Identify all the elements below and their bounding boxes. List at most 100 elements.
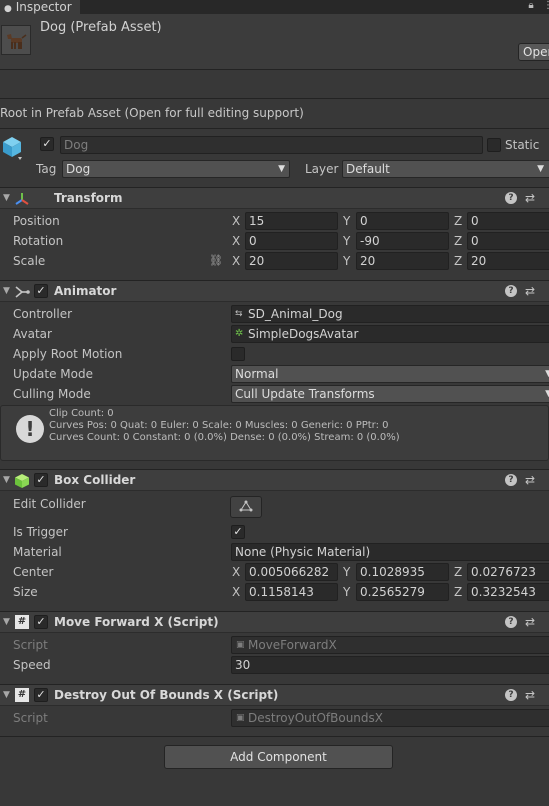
help-icon[interactable]: ? [505,192,517,204]
help-icon[interactable]: ? [505,285,517,297]
size-label: Size [13,585,38,599]
animator-title: Animator [54,284,117,298]
help-icon[interactable]: ? [505,689,517,701]
axis-y-label[interactable]: Y [343,212,350,230]
fold-arrow-icon[interactable]: ▼ [3,685,10,705]
destroy-oob-enabled-checkbox[interactable]: ✓ [34,688,48,702]
transform-axes-icon [14,191,30,207]
static-checkbox[interactable] [487,138,501,152]
avatar-field[interactable]: ✲ SimpleDogsAvatar [231,325,549,343]
edit-collider-button[interactable] [230,496,262,518]
position-x-field[interactable]: 15 [245,212,338,230]
axis-y-label[interactable]: Y [343,232,350,250]
open-prefab-button[interactable]: Open [518,43,549,61]
chevron-down-icon: ▼ [545,386,549,402]
fold-arrow-icon[interactable]: ▼ [3,188,10,208]
script-value: DestroyOutOfBoundsX [248,711,383,725]
kebab-menu-icon[interactable]: ⋮ [543,0,549,12]
axis-x-label[interactable]: X [232,212,240,230]
script-field: ▣ MoveForwardX [231,636,549,654]
transform-header[interactable]: ▼ Transform ? ⇄ [0,187,549,209]
material-label: Material [13,545,62,559]
axis-z-label[interactable]: Z [454,563,462,581]
position-y-field[interactable]: 0 [356,212,449,230]
layer-dropdown[interactable]: Default ▼ [342,160,549,178]
scale-y-field[interactable]: 20 [356,252,449,270]
size-z-field[interactable]: 0.3232543 [467,583,549,601]
axis-x-label[interactable]: X [232,583,240,601]
info-circle-icon: ● [4,4,12,14]
axis-y-label[interactable]: Y [343,252,350,270]
axis-z-label[interactable]: Z [454,583,462,601]
axis-y-label[interactable]: Y [343,583,350,601]
scale-z-field[interactable]: 20 [467,252,549,270]
info-exclamation-icon: ! [16,415,44,443]
center-y-field[interactable]: 0.1028935 [356,563,449,581]
box-collider-header[interactable]: ▼ ✓ Box Collider ? ⇄ [0,469,549,491]
cube-icon[interactable] [1,135,23,161]
settings-sliders-icon[interactable]: ⇄ [525,285,535,297]
settings-sliders-icon[interactable]: ⇄ [525,689,535,701]
axis-z-label[interactable]: Z [454,232,462,250]
fold-arrow-icon[interactable]: ▼ [3,281,10,301]
fold-arrow-icon[interactable]: ▼ [3,470,10,490]
script-file-icon: ▣ [236,713,245,723]
axis-x-label[interactable]: X [232,563,240,581]
axis-x-label[interactable]: X [232,252,240,270]
move-forward-enabled-checkbox[interactable]: ✓ [34,615,48,629]
speed-label: Speed [13,658,51,672]
avatar-value: SimpleDogsAvatar [248,327,359,341]
apply-root-motion-label: Apply Root Motion [13,347,123,361]
box-collider-enabled-checkbox[interactable]: ✓ [34,473,48,487]
rotation-x-field[interactable]: 0 [245,232,338,250]
help-icon[interactable]: ? [505,616,517,628]
divider [0,736,549,737]
axis-z-label[interactable]: Z [454,212,462,230]
animator-enabled-checkbox[interactable]: ✓ [34,284,48,298]
axis-x-label[interactable]: X [232,232,240,250]
update-mode-dropdown[interactable]: Normal ▼ [231,365,549,383]
link-icon[interactable]: ⛓︎ [209,255,223,267]
settings-sliders-icon[interactable]: ⇄ [525,192,535,204]
tag-dropdown[interactable]: Dog ▼ [62,160,290,178]
help-icon[interactable]: ? [505,474,517,486]
lock-icon[interactable]: 🔒︎ [525,0,537,12]
center-z-field[interactable]: 0.0276723 [467,563,549,581]
rotation-z-field[interactable]: 0 [467,232,549,250]
size-y-field[interactable]: 0.2565279 [356,583,449,601]
size-x-field[interactable]: 0.1158143 [245,583,338,601]
settings-sliders-icon[interactable]: ⇄ [525,474,535,486]
settings-sliders-icon[interactable]: ⇄ [525,616,535,628]
tab-label: Inspector [15,0,72,14]
axis-z-label[interactable]: Z [454,252,462,270]
apply-root-motion-checkbox[interactable] [231,347,245,361]
active-checkbox[interactable]: ✓ [40,137,54,151]
chevron-down-icon: ▼ [537,164,544,174]
add-component-button[interactable]: Add Component [164,745,393,769]
move-forward-header[interactable]: ▼ # ✓ Move Forward X (Script) ? ⇄ [0,611,549,633]
controller-field[interactable]: ⇆ SD_Animal_Dog [231,305,549,323]
script-value: MoveForwardX [248,638,337,652]
destroy-oob-header[interactable]: ▼ # ✓ Destroy Out Of Bounds X (Script) ?… [0,684,549,706]
tag-value: Dog [66,162,91,176]
material-field[interactable]: None (Physic Material) [231,543,549,561]
center-label: Center [13,565,54,579]
is-trigger-checkbox[interactable]: ✓ [231,525,245,539]
animator-icon [14,284,30,300]
rotation-y-field[interactable]: -90 [356,232,449,250]
culling-mode-label: Culling Mode [13,387,91,401]
culling-mode-dropdown[interactable]: Cull Update Transforms ▼ [231,385,549,403]
gameobject-name-input[interactable]: Dog [60,136,483,154]
update-mode-label: Update Mode [13,367,93,381]
center-x-field[interactable]: 0.005066282 [245,563,338,581]
speed-field[interactable]: 30 [231,656,549,674]
axis-y-label[interactable]: Y [343,563,350,581]
script-label: Script [13,711,48,725]
scale-x-field[interactable]: 20 [245,252,338,270]
tab-inspector[interactable]: ● Inspector [0,0,80,14]
animator-controller-icon: ⇆ [235,309,243,319]
edit-bounds-icon [239,500,253,512]
animator-header[interactable]: ▼ ✓ Animator ? ⇄ [0,280,549,302]
fold-arrow-icon[interactable]: ▼ [3,612,10,632]
position-z-field[interactable]: 0 [467,212,549,230]
